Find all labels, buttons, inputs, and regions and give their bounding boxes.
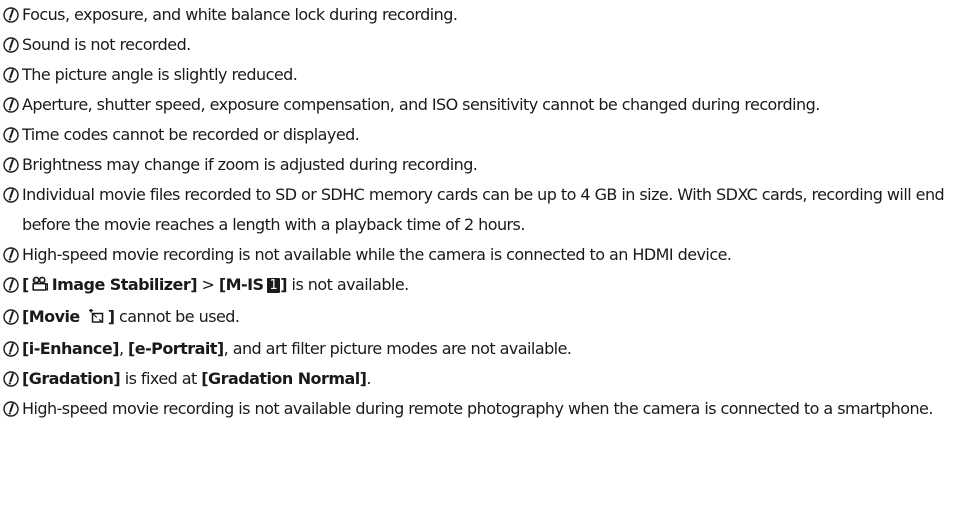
note-suffix: , and art filter picture modes are not a… xyxy=(223,339,572,358)
setting-label: [Movie xyxy=(22,307,80,326)
note-text: High-speed movie recording is not availa… xyxy=(22,245,732,264)
note-item: Sound is not recorded. xyxy=(3,30,962,60)
note-item: [Movie] cannot be used. xyxy=(3,302,962,334)
note-suffix: is not available. xyxy=(287,275,410,294)
note-text: [Gradation] is fixed at [Gradation Norma… xyxy=(20,364,962,394)
option-number-badge: 1 xyxy=(266,278,281,293)
note-item: The picture angle is slightly reduced. xyxy=(3,60,962,90)
caution-icon xyxy=(3,302,20,332)
caution-icon xyxy=(3,90,20,120)
caution-icon xyxy=(3,30,20,60)
caution-icon xyxy=(3,334,20,364)
caution-icon xyxy=(3,150,20,180)
setting-label: [Gradation] xyxy=(22,369,121,388)
note-text: [i-Enhance], [e-Portrait], and art filte… xyxy=(20,334,962,364)
note-text: High-speed movie recording is not availa… xyxy=(22,399,933,418)
note-item: [Gradation] is fixed at [Gradation Norma… xyxy=(3,364,962,394)
note-item: Aperture, shutter speed, exposure compen… xyxy=(3,90,962,120)
note-text: Individual movie files recorded to SD or… xyxy=(22,185,945,234)
note-text: [Movie] cannot be used. xyxy=(20,302,962,334)
notes-list: Focus, exposure, and white balance lock … xyxy=(0,0,962,424)
caution-icon xyxy=(3,394,20,424)
caution-icon xyxy=(3,270,20,300)
note-item: [ Image Stabilizer] > [M-IS 1] is not avai… xyxy=(3,270,962,302)
note-text: [ Image Stabilizer] > [M-IS 1] is not avai… xyxy=(20,270,962,302)
caution-icon xyxy=(3,120,20,150)
separator: , xyxy=(118,339,129,358)
note-text: Time codes cannot be recorded or display… xyxy=(22,125,360,144)
mode-label: [i-Enhance] xyxy=(22,339,119,358)
note-text: Sound is not recorded. xyxy=(22,35,191,54)
movie-camera-icon xyxy=(31,272,48,302)
note-item: Focus, exposure, and white balance lock … xyxy=(3,0,962,30)
note-text: Brightness may change if zoom is adjuste… xyxy=(22,155,478,174)
note-end: . xyxy=(366,369,371,388)
caution-icon xyxy=(3,364,20,394)
bracket-open: [ xyxy=(22,275,29,294)
setting-label: Image Stabilizer] xyxy=(51,275,198,294)
note-item: Brightness may change if zoom is adjuste… xyxy=(3,150,962,180)
mode-label: [e-Portrait] xyxy=(128,339,224,358)
separator: > xyxy=(196,275,219,294)
caution-icon xyxy=(3,60,20,90)
note-text: The picture angle is slightly reduced. xyxy=(22,65,298,84)
note-item: High-speed movie recording is not availa… xyxy=(3,240,962,270)
option-label: [M-IS xyxy=(218,275,264,294)
option-close: ] xyxy=(280,275,288,294)
note-middle: is fixed at xyxy=(120,369,202,388)
caution-icon xyxy=(3,0,20,30)
note-suffix: cannot be used. xyxy=(114,307,240,326)
note-item: Individual movie files recorded to SD or… xyxy=(3,180,962,240)
crop-frame-icon xyxy=(88,304,106,334)
note-item: High-speed movie recording is not availa… xyxy=(3,394,962,424)
note-text: Focus, exposure, and white balance lock … xyxy=(22,5,458,24)
caution-icon xyxy=(3,180,20,210)
caution-icon xyxy=(3,240,20,270)
note-item: Time codes cannot be recorded or display… xyxy=(3,120,962,150)
note-text: Aperture, shutter speed, exposure compen… xyxy=(22,95,820,114)
note-item: [i-Enhance], [e-Portrait], and art filte… xyxy=(3,334,962,364)
setting-value: [Gradation Normal] xyxy=(201,369,367,388)
